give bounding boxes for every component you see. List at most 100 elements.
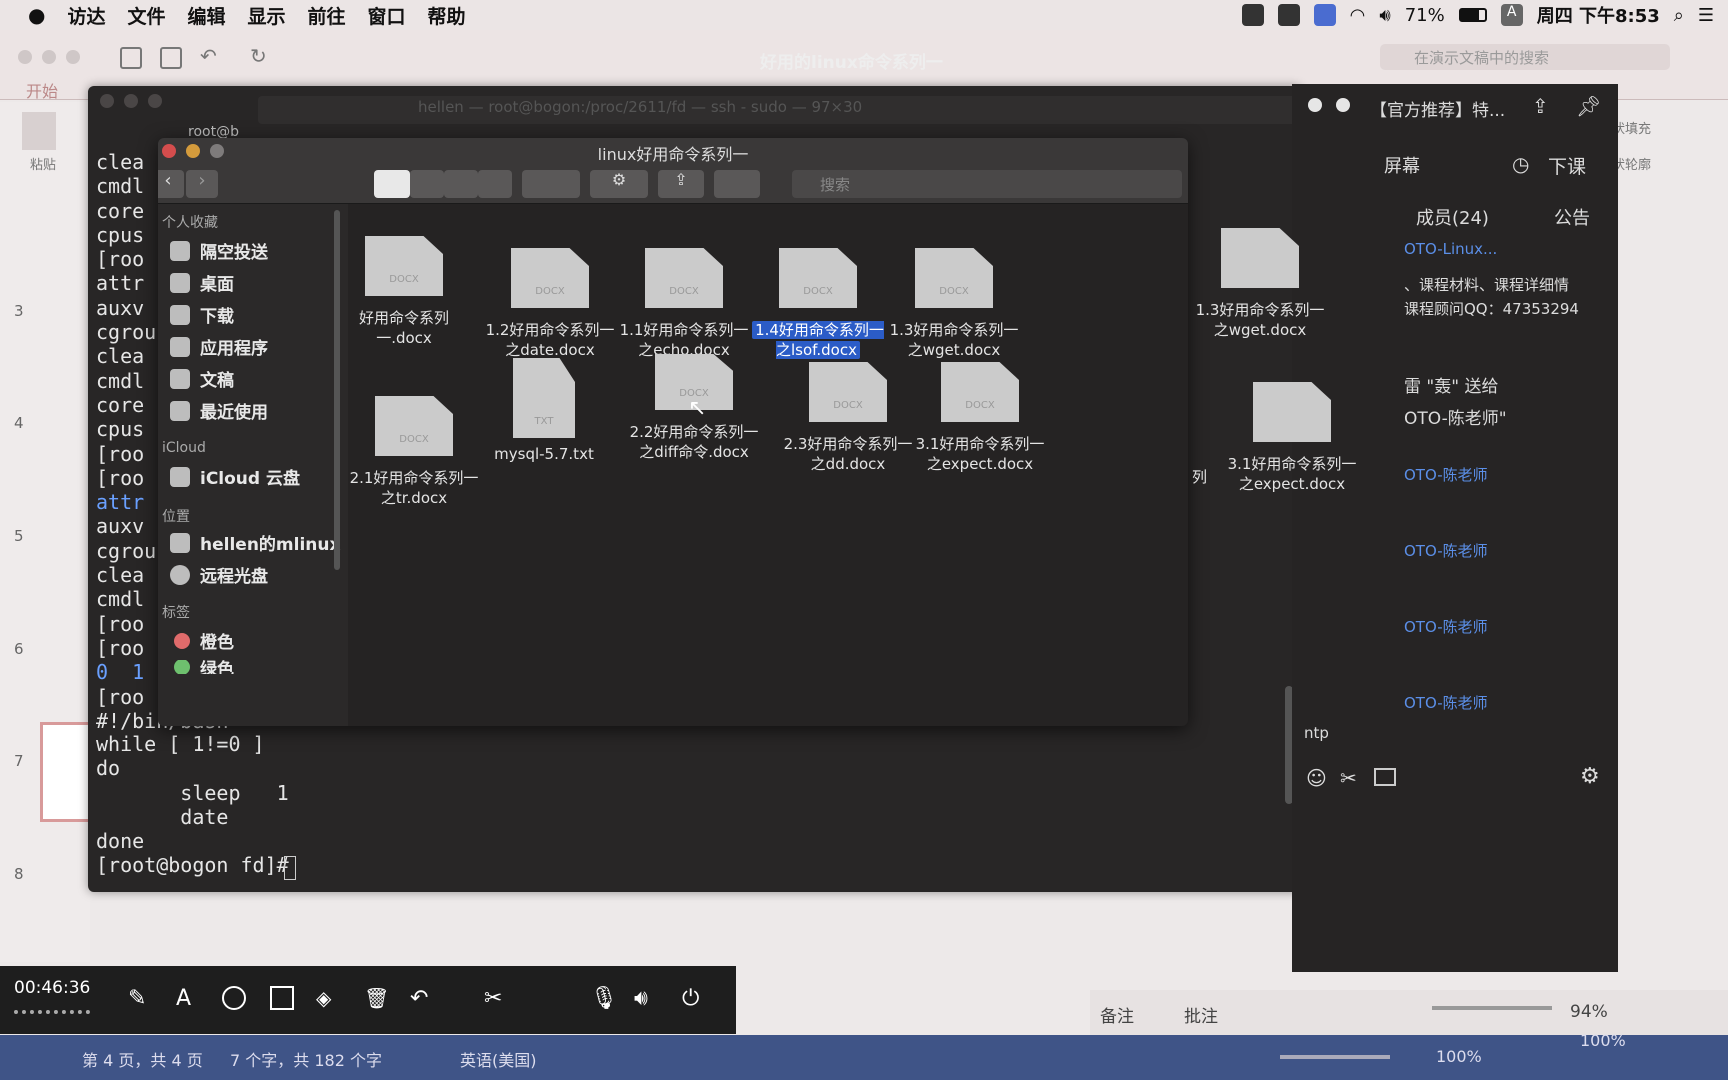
spotlight-icon[interactable]: ⌕ [1674, 5, 1684, 26]
power-icon[interactable]: ⏻ [682, 986, 706, 1011]
menu-finder[interactable]: 访达 [67, 2, 105, 29]
file-item-selected[interactable]: DOCX 1.4好用命令系列一之lsof.docx [748, 248, 888, 360]
teacher-link[interactable]: OTO-陈老师 [1404, 540, 1488, 561]
chat-input-text[interactable]: ntp [1304, 724, 1329, 742]
control-center-icon[interactable]: ☰ [1698, 5, 1714, 26]
terminal-tab-title[interactable]: hellen — root@bogon:/proc/2611/fd — ssh … [418, 98, 862, 116]
zoom-button[interactable] [66, 50, 80, 64]
tab-notice[interactable]: 公告 [1554, 204, 1590, 230]
file-item[interactable]: TXT mysql-5.7.txt [474, 358, 614, 464]
redo-icon[interactable]: ↻ [250, 44, 267, 68]
sidebar-item-airdrop[interactable]: 隔空投送 [170, 238, 268, 263]
emoji-icon[interactable]: ☺ [1306, 766, 1327, 790]
share-button[interactable]: ⇪ [658, 170, 704, 198]
sidebar-icon[interactable] [120, 47, 142, 69]
rectangle-icon[interactable] [270, 986, 294, 1010]
comments-button[interactable]: 批注 [1184, 1002, 1218, 1027]
terminal-tab-bar[interactable]: hellen — root@bogon:/proc/2611/fd — ssh … [258, 96, 1298, 124]
menu-file[interactable]: 文件 [127, 2, 165, 29]
screen-share-icon[interactable] [1241, 4, 1264, 26]
input-method-icon[interactable]: A [1500, 4, 1523, 26]
sidebar-item-remote-disc[interactable]: 远程光盘 [170, 562, 268, 587]
menu-help[interactable]: 帮助 [428, 2, 466, 29]
volume-icon[interactable]: 🔊︎ [1379, 5, 1390, 26]
circle-icon[interactable] [222, 986, 246, 1010]
terminal-minimize-button[interactable] [124, 94, 138, 108]
zoom-slider-2[interactable] [1280, 1055, 1390, 1059]
file-item[interactable]: DOCX 1.2好用命令系列一之date.docx [480, 248, 620, 360]
sidebar-item-recents[interactable]: 最近使用 [170, 398, 268, 423]
sidebar-item-tag-orange[interactable]: 橙色 [170, 628, 234, 653]
minimize-button[interactable] [42, 50, 56, 64]
sidebar-item-applications[interactable]: 应用程序 [170, 334, 268, 359]
pin-icon[interactable]: 📌︎ [1576, 94, 1601, 118]
sidebar-item-downloads[interactable]: 下载 [170, 302, 234, 327]
sidebar-item-documents[interactable]: 文稿 [170, 366, 234, 391]
menu-view[interactable]: 显示 [248, 2, 286, 29]
wifi-icon[interactable]: ◠ [1350, 5, 1366, 26]
undo-icon[interactable]: ↶ [410, 986, 434, 1011]
clock[interactable]: 周四 下午8:53 [1537, 2, 1660, 28]
share-icon[interactable]: ⇪ [1532, 94, 1549, 118]
sidebar-item-tag-green[interactable]: 绿色 [170, 660, 234, 674]
image-icon[interactable] [1374, 768, 1396, 786]
column-view-button[interactable] [444, 170, 478, 198]
file-item[interactable]: DOCX 1.1好用命令系列一之echo.docx [614, 248, 754, 360]
status-language[interactable]: 英语(美国) [460, 1047, 537, 1071]
icon-view-button[interactable] [374, 170, 410, 198]
gear-icon[interactable]: ⚙ [590, 170, 648, 198]
text-icon[interactable]: A [176, 986, 200, 1011]
chat-dot-icon[interactable] [1336, 98, 1350, 112]
eraser-icon[interactable]: ◈ [316, 986, 340, 1010]
app-status-icon[interactable] [1277, 4, 1300, 26]
gear-icon[interactable]: ⚙ [1580, 764, 1600, 789]
save-icon[interactable] [160, 47, 182, 69]
forward-button[interactable]: › [186, 170, 218, 198]
list-view-button[interactable] [410, 170, 444, 198]
file-item[interactable]: 1.3好用命令系列一之wget.docx [1190, 228, 1330, 340]
back-button[interactable]: ‹ [158, 170, 184, 198]
tag-button[interactable] [714, 170, 760, 198]
sidebar-item-desktop[interactable]: 桌面 [170, 270, 234, 295]
file-item[interactable]: DOCX 2.3好用命令系列一之dd.docx [778, 362, 918, 474]
sidebar-item-icloud-drive[interactable]: iCloud 云盘 [170, 464, 300, 489]
sidebar-item-mlinux[interactable]: hellen的mlinux [170, 530, 340, 555]
group-button[interactable] [522, 170, 580, 198]
notes-button[interactable]: 备注 [1100, 1002, 1134, 1027]
terminal-zoom-button[interactable] [148, 94, 162, 108]
close-button[interactable] [18, 50, 32, 64]
finder-window[interactable]: linux好用命令系列一 ‹ › ⚙ ⇪ 搜索 个人收藏 隔空投送 桌面 下载 … [158, 138, 1188, 726]
teacher-link[interactable]: OTO-陈老师 [1404, 464, 1488, 485]
file-item[interactable]: 3.1好用命令系列一之expect.docx [1222, 382, 1362, 494]
tab-start[interactable]: 开始 [26, 78, 58, 102]
speaker-icon[interactable]: 🔊︎ [634, 986, 658, 1011]
battery-icon[interactable] [1458, 8, 1487, 22]
gallery-view-button[interactable] [478, 170, 512, 198]
menu-go[interactable]: 前往 [308, 2, 346, 29]
undo-icon[interactable]: ↶ [200, 44, 217, 68]
apple-icon[interactable]: ● [28, 3, 45, 27]
end-class-button[interactable]: 下课 [1548, 152, 1586, 179]
menu-edit[interactable]: 编辑 [187, 2, 225, 29]
group-title[interactable]: OTO-Linux... [1404, 240, 1497, 258]
chat-dot-icon[interactable] [1308, 98, 1322, 112]
monitor-icon[interactable] [1313, 4, 1336, 26]
scissors-icon[interactable]: ✂ [484, 986, 508, 1011]
file-item[interactable]: DOCX 好用命令系列一.docx [334, 236, 474, 348]
teacher-link[interactable]: OTO-陈老师 [1404, 616, 1488, 637]
file-item[interactable]: DOCX 1.3好用命令系列一之wget.docx [884, 248, 1024, 360]
terminal-close-button[interactable] [100, 94, 114, 108]
tab-members[interactable]: 成员(24) [1416, 204, 1489, 230]
file-item[interactable]: DOCX 2.1好用命令系列一之tr.docx [344, 396, 484, 508]
menu-window[interactable]: 窗口 [368, 2, 406, 29]
microphone-icon[interactable]: 🎙︎ [590, 986, 618, 1011]
zoom-slider[interactable] [1432, 1006, 1552, 1010]
trash-icon[interactable]: 🗑︎ [364, 986, 389, 1010]
teacher-link[interactable]: OTO-陈老师 [1404, 692, 1488, 713]
file-item[interactable]: DOCX 3.1好用命令系列一之expect.docx [910, 362, 1050, 474]
paste-icon[interactable] [22, 112, 56, 150]
brush-icon[interactable]: ✎ [128, 986, 152, 1011]
ppt-search-input[interactable]: 在演示文稿中的搜索 [1380, 44, 1670, 70]
scissors-icon[interactable]: ✂ [1340, 766, 1357, 790]
finder-search-input[interactable]: 搜索 [792, 170, 1182, 198]
